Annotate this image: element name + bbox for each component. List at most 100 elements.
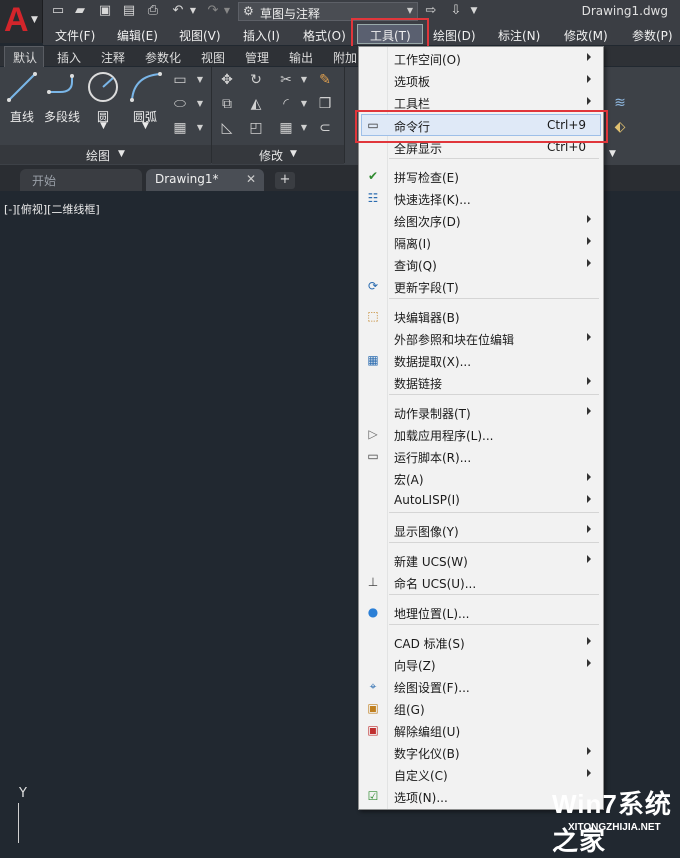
mirror-icon[interactable]: ◭ <box>248 96 264 112</box>
chevron-down-icon[interactable]: ▼ <box>192 72 208 88</box>
menu-dimension[interactable]: 标注(N) <box>498 27 540 44</box>
chevron-down-icon[interactable]: ▼ <box>290 149 297 165</box>
modify-group-label[interactable]: 修改 <box>259 147 283 163</box>
menu-edit[interactable]: 编辑(E) <box>117 27 158 44</box>
ellipse-icon[interactable]: ⬭ <box>172 96 188 112</box>
chevron-down-icon[interactable]: ▼ <box>609 149 616 165</box>
hatch-icon[interactable]: ▦ <box>172 120 188 136</box>
ribbon-tab-home[interactable]: 默认 <box>13 49 37 66</box>
menu-format[interactable]: 格式(O) <box>303 27 346 44</box>
file-tab-start[interactable]: 开始 <box>20 169 142 191</box>
tools-menu-item[interactable]: 自定义(C) <box>359 763 603 785</box>
tools-menu-item[interactable]: 隔离(I) <box>359 231 603 253</box>
save-as-icon[interactable]: ▤ <box>121 3 137 19</box>
ribbon-tab-view[interactable]: 视图 <box>201 49 225 66</box>
undo-icon[interactable]: ↶ <box>170 3 186 19</box>
tools-menu-item[interactable]: CAD 标准(S) <box>359 631 603 653</box>
menu-view[interactable]: 视图(V) <box>179 27 221 44</box>
ribbon-tab-addins[interactable]: 附加 <box>333 49 357 66</box>
copy-icon[interactable]: ⧉ <box>219 96 235 112</box>
new-file-icon[interactable]: ▭ <box>50 3 66 19</box>
menu-parametric[interactable]: 参数(P) <box>632 27 673 44</box>
chevron-down-icon[interactable]: ▼ <box>296 120 312 136</box>
offset-icon[interactable]: ⊂ <box>317 120 333 136</box>
tools-menu-item[interactable]: 数字化仪(B) <box>359 741 603 763</box>
tools-menu-item[interactable]: ▷ 加载应用程序(L)... <box>359 423 603 445</box>
close-icon[interactable]: ✕ <box>246 172 256 186</box>
menu-modify[interactable]: 修改(M) <box>564 27 608 44</box>
tools-menu-item[interactable]: ⟳ 更新字段(T) <box>359 275 603 297</box>
tools-menu-item[interactable]: AutoLISP(I) <box>359 489 603 511</box>
menu-insert[interactable]: 插入(I) <box>243 27 280 44</box>
ribbon-tab-insert[interactable]: 插入 <box>57 49 81 66</box>
tools-menu-item[interactable]: 数据链接 <box>359 371 603 393</box>
tools-menu-item[interactable]: 向导(Z) <box>359 653 603 675</box>
tools-menu-item[interactable]: ▦ 数据提取(X)... <box>359 349 603 371</box>
scale-icon[interactable]: ◰ <box>248 120 264 136</box>
menu-file[interactable]: 文件(F) <box>55 27 95 44</box>
polyline-tool-label[interactable]: 多段线 <box>44 108 80 125</box>
tools-menu-item[interactable]: 工作空间(O) <box>359 47 603 69</box>
tools-menu-item[interactable]: ▭ 运行脚本(R)... <box>359 445 603 467</box>
tools-menu-item[interactable]: ▣ 组(G) <box>359 697 603 719</box>
rectangle-icon[interactable]: ▭ <box>172 72 188 88</box>
chevron-down-icon[interactable]: ▼ <box>296 72 312 88</box>
undo-dropdown-icon[interactable]: ▼ <box>185 3 201 19</box>
ribbon-tab-output[interactable]: 输出 <box>289 49 313 66</box>
tools-menu-item[interactable]: 动作录制器(T) <box>359 401 603 423</box>
tools-menu-item[interactable]: 新建 UCS(W) <box>359 549 603 571</box>
file-tab-drawing[interactable]: Drawing1* ✕ <box>146 169 264 191</box>
tools-menu-item[interactable]: ▣ 解除编组(U) <box>359 719 603 741</box>
circle-tool-icon[interactable] <box>86 70 120 104</box>
new-tab-button[interactable]: + <box>275 172 295 189</box>
chevron-down-icon[interactable]: ▼ <box>100 121 107 131</box>
redo-dropdown-icon[interactable]: ▼ <box>219 3 235 19</box>
ribbon-tab-annotate[interactable]: 注释 <box>101 49 125 66</box>
line-tool-label[interactable]: 直线 <box>10 108 34 125</box>
customize-quick-access-icon[interactable]: ▼ <box>466 3 482 19</box>
chevron-down-icon[interactable]: ▼ <box>192 120 208 136</box>
tools-menu-item[interactable]: 查询(Q) <box>359 253 603 275</box>
watermark-title: Win7系统之家 <box>552 789 672 856</box>
ungroup-icon: ▣ <box>367 723 379 737</box>
chevron-down-icon[interactable]: ▼ <box>142 121 149 131</box>
tools-menu-item[interactable]: ☷ 快速选择(K)... <box>359 187 603 209</box>
tools-menu-item[interactable]: ⌖ 绘图设置(F)... <box>359 675 603 697</box>
ribbon-tab-parametric[interactable]: 参数化 <box>145 49 181 66</box>
chevron-down-icon[interactable]: ▼ <box>296 96 312 112</box>
rotate-icon[interactable]: ↻ <box>248 72 264 88</box>
stretch-icon[interactable]: ◺ <box>219 120 235 136</box>
save-icon[interactable]: ▣ <box>97 3 113 19</box>
tools-menu-item[interactable]: 绘图次序(D) <box>359 209 603 231</box>
tools-menu-item[interactable]: 宏(A) <box>359 467 603 489</box>
share-icon[interactable]: ⇨ <box>423 3 439 19</box>
application-menu-button[interactable]: A ▼ <box>0 0 43 43</box>
tools-menu-item[interactable]: ✔ 拼写检查(E) <box>359 165 603 187</box>
erase-icon[interactable]: ✎ <box>317 72 333 88</box>
polyline-tool-icon[interactable] <box>46 70 82 104</box>
menu-draw[interactable]: 绘图(D) <box>433 27 476 44</box>
array-icon[interactable]: ▦ <box>278 120 294 136</box>
viewport-controls-label[interactable]: [-][俯视][二维线框] <box>4 201 100 217</box>
tools-menu-item[interactable]: 外部参照和块在位编辑 <box>359 327 603 349</box>
tools-menu-item[interactable]: 显示图像(Y) <box>359 519 603 541</box>
publish-icon[interactable]: ⇩ <box>448 3 464 19</box>
trim-icon[interactable]: ✂ <box>278 72 294 88</box>
move-icon[interactable]: ✥ <box>219 72 235 88</box>
tools-menu-item[interactable]: ⊥ 命名 UCS(U)... <box>359 571 603 593</box>
layer-properties-icon[interactable]: ≋ <box>612 95 628 111</box>
explode-icon[interactable]: ❒ <box>317 96 333 112</box>
line-tool-icon[interactable] <box>6 70 38 104</box>
tools-menu-item[interactable]: ⬚ 块编辑器(B) <box>359 305 603 327</box>
draw-group-label[interactable]: 绘图 <box>86 147 110 163</box>
match-layer-icon[interactable]: ⬖ <box>612 119 628 135</box>
tools-menu-item[interactable]: 选项板 <box>359 69 603 91</box>
print-icon[interactable]: ⎙ <box>145 3 161 19</box>
fillet-icon[interactable]: ◜ <box>278 96 294 112</box>
tools-menu-item[interactable]: ● 地理位置(L)... <box>359 601 603 623</box>
ribbon-tab-manage[interactable]: 管理 <box>245 49 269 66</box>
open-folder-icon[interactable]: ▰ <box>72 3 88 19</box>
chevron-down-icon[interactable]: ▼ <box>118 149 125 165</box>
chevron-down-icon[interactable]: ▼ <box>192 96 208 112</box>
arc-tool-icon[interactable] <box>128 70 164 104</box>
